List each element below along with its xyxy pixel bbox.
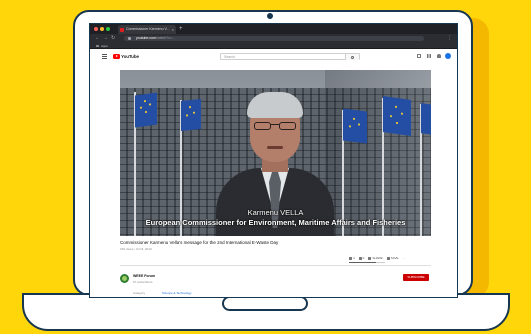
address-bar: ← → ↻ youtube.com/watch?v=... ⋮: [90, 34, 457, 43]
video-meta: 150 views • Oct 8, 2019: [120, 247, 152, 251]
share-icon: [368, 256, 372, 260]
eu-flag: [181, 98, 201, 132]
flag-star: [193, 111, 195, 114]
save-label: SAVE: [390, 256, 399, 260]
share-label: SHARE: [372, 256, 383, 260]
like-rating-bar: [349, 262, 385, 263]
flag-star: [140, 106, 142, 109]
video-caption-role: European Commissioner for Environment, M…: [145, 218, 406, 227]
close-window-icon[interactable]: [94, 27, 98, 31]
glasses-bridge: [271, 124, 279, 125]
browser-menu-icon[interactable]: ⋮: [447, 34, 452, 43]
reload-icon[interactable]: ↻: [111, 34, 115, 43]
lock-icon: [128, 37, 131, 40]
youtube-logo-text: YouTube: [121, 54, 139, 59]
like-count: 4: [353, 256, 355, 260]
search-placeholder: Search: [224, 55, 236, 59]
category-link[interactable]: Science & Technology: [162, 291, 191, 295]
flag-star: [401, 112, 403, 115]
maximize-window-icon[interactable]: [106, 27, 110, 31]
apps-icon[interactable]: [427, 54, 431, 58]
more-options-button[interactable]: ...: [402, 256, 405, 260]
flag-star: [189, 106, 191, 108]
tab-title: Commissioner Karmenu V...: [126, 27, 170, 31]
youtube-favicon-icon: [120, 27, 124, 32]
save-playlist-icon: [386, 256, 390, 260]
glasses-lens: [254, 122, 271, 130]
speaker-mouth: [267, 146, 283, 149]
close-tab-icon[interactable]: ×: [172, 25, 174, 34]
eu-flag: [343, 108, 367, 144]
forward-icon[interactable]: →: [103, 34, 108, 43]
browser-tab-bar: Commissioner Karmenu V... × +: [90, 24, 457, 34]
youtube-header: YouTube Search: [90, 50, 457, 63]
flag-star: [390, 115, 392, 117]
flag-star: [186, 114, 188, 117]
dislike-count: 0: [362, 256, 365, 260]
speaker-glasses: [254, 122, 296, 130]
flag-star: [149, 103, 151, 106]
dislike-button[interactable]: 0: [358, 256, 365, 260]
window-controls: [94, 27, 110, 31]
channel-name[interactable]: WEEE Forum: [133, 274, 155, 278]
flag-star: [349, 125, 351, 127]
eu-flag: [383, 96, 411, 136]
bookmark-label: Apps: [101, 44, 108, 48]
thumbs-down-icon: [358, 256, 362, 260]
category-label: Category: [133, 291, 146, 295]
flag-star: [395, 105, 397, 108]
apps-grid-icon: [96, 44, 99, 48]
subscribe-button[interactable]: SUBSCRIBE: [403, 274, 429, 281]
like-button[interactable]: 4: [349, 256, 355, 260]
video-actions: 4 0 SHARE SAVE ...: [349, 256, 405, 260]
subscriber-count: 67 subscribers: [133, 280, 153, 284]
youtube-logo[interactable]: YouTube: [113, 54, 139, 59]
youtube-play-logo-icon: [113, 54, 120, 59]
new-tab-icon[interactable]: +: [179, 24, 183, 34]
webcam-icon: [267, 13, 273, 19]
search-icon: [351, 55, 354, 59]
flag-star: [144, 100, 146, 102]
search-button[interactable]: [345, 54, 359, 60]
user-avatar[interactable]: [445, 53, 451, 59]
video-caption-name: Karmenu VELLA: [247, 208, 304, 217]
flag-star: [353, 117, 355, 120]
flag-star: [145, 110, 147, 113]
like-rating-fill: [349, 262, 376, 263]
url-path: /watch?v=...: [156, 36, 175, 40]
search-input[interactable]: Search: [220, 53, 360, 60]
minimize-window-icon[interactable]: [100, 27, 104, 31]
thumbs-up-icon: [349, 256, 352, 260]
browser-tab[interactable]: Commissioner Karmenu V... ×: [118, 25, 176, 34]
flag-star: [396, 121, 398, 124]
url-host: youtube.com: [136, 36, 157, 40]
back-icon[interactable]: ←: [95, 34, 100, 43]
channel-avatar[interactable]: [120, 274, 129, 283]
flag-star: [358, 123, 360, 126]
save-button[interactable]: SAVE: [386, 256, 399, 260]
upload-video-icon[interactable]: [417, 54, 421, 58]
speaker-hair: [247, 92, 303, 118]
bookmark-apps[interactable]: Apps: [96, 43, 108, 49]
laptop-screen: Commissioner Karmenu V... × + ← → ↻ yout…: [89, 23, 458, 298]
share-button[interactable]: SHARE: [368, 256, 383, 260]
hamburger-menu-icon[interactable]: [102, 54, 107, 59]
laptop-notch: [222, 296, 308, 311]
divider: [120, 265, 431, 266]
bookmarks-bar: Apps: [90, 43, 457, 49]
notifications-bell-icon[interactable]: [437, 54, 441, 58]
video-player[interactable]: Karmenu VELLA European Commissioner for …: [120, 70, 431, 236]
eu-flag: [135, 92, 157, 128]
url-field[interactable]: youtube.com/watch?v=...: [124, 36, 424, 41]
video-title: Commissioner Karmenu Vella's message for…: [120, 240, 279, 245]
glasses-lens: [279, 122, 296, 130]
eu-flag: [421, 103, 431, 135]
